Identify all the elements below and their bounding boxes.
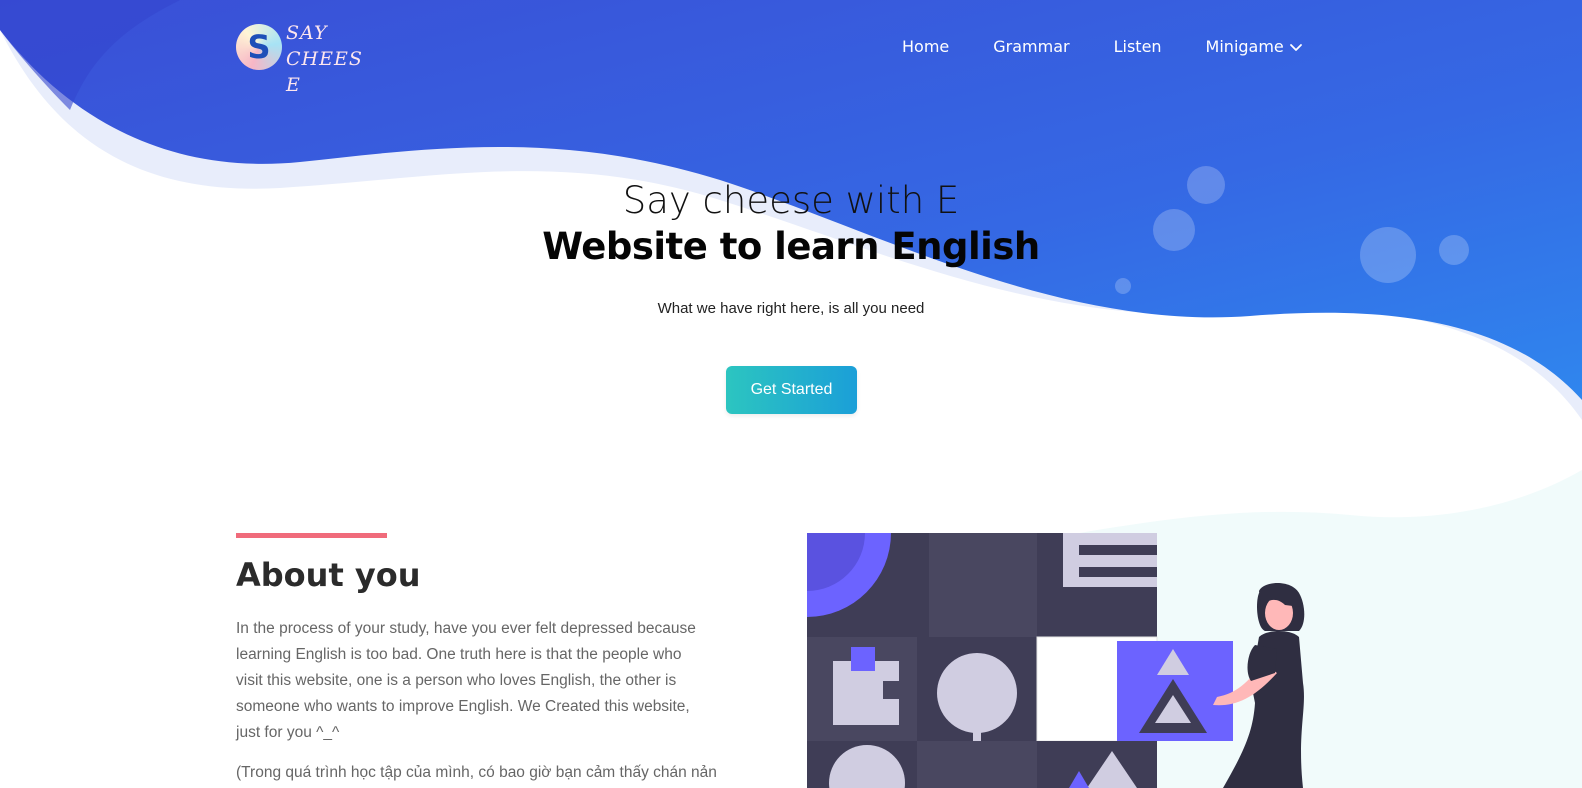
hero-heading: Say cheese with E Website to learn Engli…	[0, 178, 1582, 270]
chevron-down-icon	[1289, 44, 1302, 51]
site-logo[interactable]: S SAY CHEES E	[236, 20, 366, 96]
logo-wordmark: SAY CHEES E	[286, 20, 366, 98]
logo-line1: SAY	[286, 22, 328, 44]
nav-item-grammar[interactable]: Grammar	[971, 36, 1091, 58]
nav-item-label: Listen	[1113, 37, 1162, 56]
nav-item-label: Grammar	[993, 37, 1070, 56]
about-paragraph-en: In the process of your study, have you e…	[236, 620, 696, 741]
logo-line2: CHEES E	[286, 48, 363, 96]
nav-item-minigame[interactable]: Minigame	[1184, 36, 1326, 58]
logo-letter: S	[247, 28, 271, 66]
nav-item-label: Home	[902, 37, 950, 56]
hero-title-line1: Say cheese with E	[622, 179, 960, 222]
main-nav: Home Grammar Listen Minigame	[880, 36, 1326, 58]
site-header: S SAY CHEES E Home Grammar Listen Miniga…	[0, 0, 1582, 96]
nav-item-listen[interactable]: Listen	[1092, 36, 1184, 58]
hero-subtitle: What we have right here, is all you need	[657, 300, 925, 317]
about-title: About you	[236, 556, 421, 594]
learning-illustration	[807, 533, 1305, 788]
about-paragraph-vi: (Trong quá trình học tập của mình, có ba…	[236, 764, 717, 781]
nav-item-label: Minigame	[1205, 37, 1284, 56]
hero-title-line2: Website to learn English	[542, 225, 1040, 268]
get-started-button[interactable]: Get Started	[726, 366, 857, 414]
nav-item-home[interactable]: Home	[880, 36, 971, 58]
about-accent-bar	[236, 533, 387, 538]
